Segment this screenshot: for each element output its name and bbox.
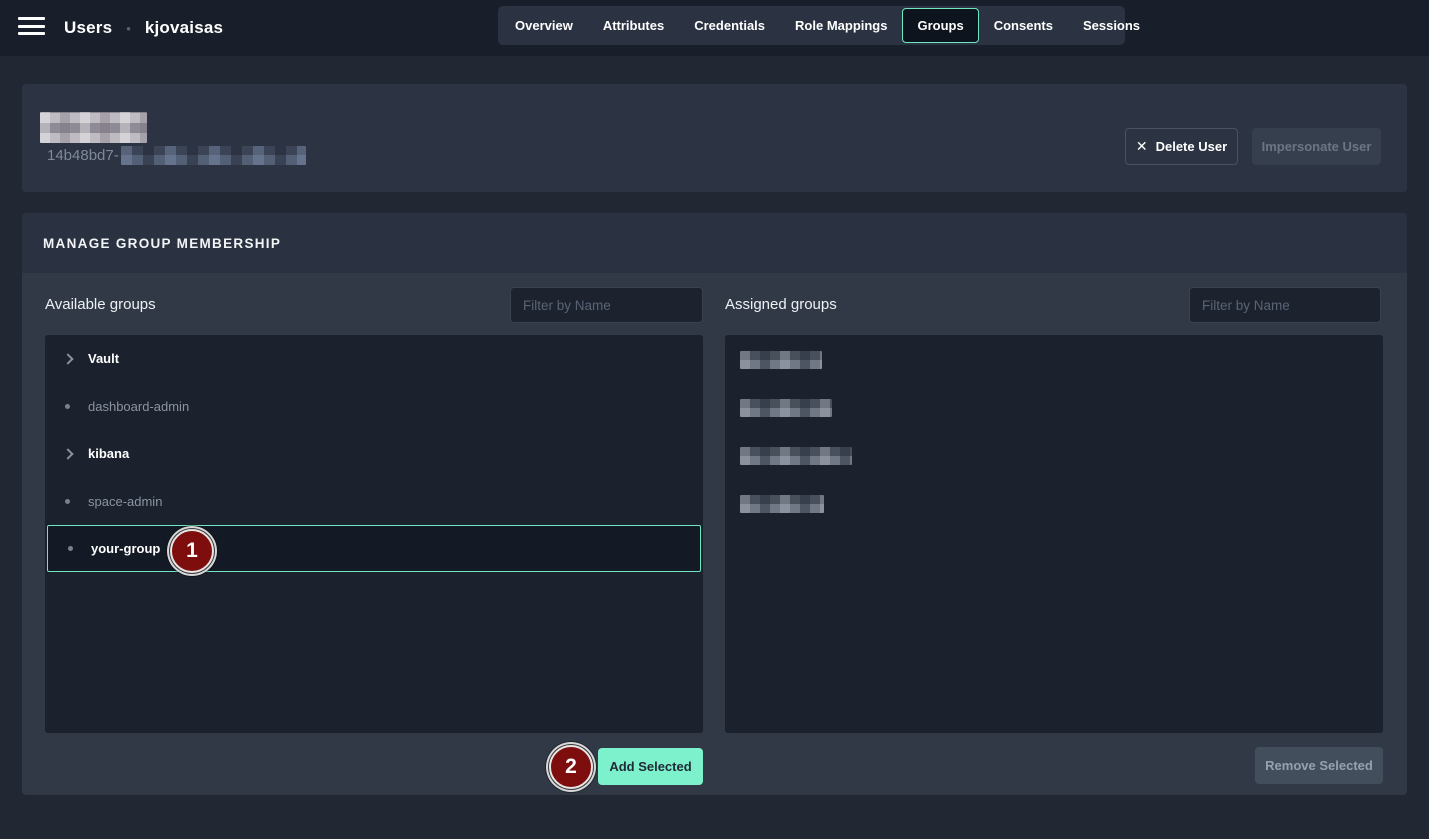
top-navigation-bar: Users • kjovaisas Overview Attributes Cr… [0,0,1429,56]
available-groups-list: Vault dashboard-admin kibana space-admin… [45,335,703,733]
group-name: Vault [88,351,119,366]
group-name: your-group [91,541,160,556]
redacted-assigned-group [740,351,822,369]
assigned-groups-label: Assigned groups [725,286,837,322]
user-id: 14b48bd7- [47,145,306,165]
annotation-number: 2 [565,755,577,779]
group-name: kibana [88,446,129,461]
tab-overview[interactable]: Overview [500,8,588,43]
breadcrumb-users-link[interactable]: Users [64,18,112,38]
redacted-user-id [121,146,306,165]
annotation-step-1-badge: 1 [170,529,214,573]
remove-selected-label: Remove Selected [1265,758,1373,773]
add-selected-label: Add Selected [609,759,691,774]
annotation-step-2-badge: 2 [549,745,593,789]
chevron-right-icon[interactable] [62,450,84,458]
chevron-right-icon[interactable] [62,355,84,363]
tab-attributes[interactable]: Attributes [588,8,679,43]
group-row-dashboard-admin[interactable]: dashboard-admin [45,383,703,431]
tab-groups[interactable]: Groups [902,8,978,43]
tab-sessions[interactable]: Sessions [1068,8,1155,43]
available-groups-filter-input[interactable] [510,287,703,323]
group-row-your-group-selected[interactable]: your-group [47,525,701,572]
manage-group-membership-section: MANAGE GROUP MEMBERSHIP Available groups… [22,213,1407,795]
section-title: MANAGE GROUP MEMBERSHIP [43,236,281,251]
tab-role-mappings[interactable]: Role Mappings [780,8,902,43]
redacted-assigned-group [740,495,824,513]
group-row-vault[interactable]: Vault [45,335,703,383]
group-name: dashboard-admin [88,399,189,414]
bullet-icon [62,499,84,504]
user-id-prefix: 14b48bd7- [47,147,119,164]
group-row-space-admin[interactable]: space-admin [45,478,703,526]
hamburger-menu-icon[interactable] [18,17,45,39]
delete-user-button[interactable]: ✕ Delete User [1125,128,1238,165]
impersonate-user-button-disabled[interactable]: Impersonate User [1252,128,1381,165]
tab-consents[interactable]: Consents [979,8,1068,43]
redacted-assigned-group [740,447,852,465]
assigned-groups-list [725,335,1383,733]
add-selected-button[interactable]: Add Selected [598,748,703,785]
breadcrumb-separator-icon: • [126,21,131,36]
assigned-groups-filter-input[interactable] [1189,287,1381,323]
close-x-icon: ✕ [1136,138,1148,155]
bullet-icon [65,546,87,551]
group-row-kibana[interactable]: kibana [45,430,703,478]
user-info-card: 14b48bd7- ✕ Delete User Impersonate User [22,84,1407,192]
tab-credentials[interactable]: Credentials [679,8,780,43]
page: Users • kjovaisas Overview Attributes Cr… [0,0,1429,839]
annotation-number: 1 [186,539,198,563]
user-detail-tabs: Overview Attributes Credentials Role Map… [498,6,1125,45]
breadcrumb: Users • kjovaisas [64,0,223,56]
impersonate-user-label: Impersonate User [1262,139,1372,154]
section-header: MANAGE GROUP MEMBERSHIP [22,213,1407,273]
redacted-user-display-name [40,112,147,143]
available-groups-label: Available groups [45,286,156,322]
bullet-icon [62,404,84,409]
remove-selected-button-disabled[interactable]: Remove Selected [1255,747,1383,784]
delete-user-label: Delete User [1156,139,1228,154]
redacted-assigned-group [740,399,832,417]
breadcrumb-username: kjovaisas [145,18,223,38]
group-name: space-admin [88,494,162,509]
